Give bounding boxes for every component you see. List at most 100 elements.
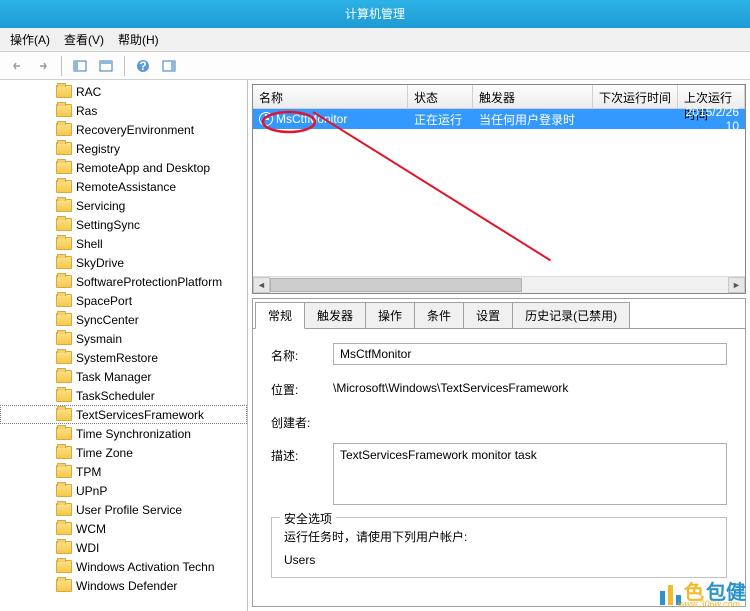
folder-icon <box>56 541 72 554</box>
panel-icon-3[interactable] <box>158 55 180 77</box>
toolbar-divider <box>124 56 125 76</box>
tree-item-systemrestore[interactable]: SystemRestore <box>0 348 247 367</box>
tab-settings[interactable]: 设置 <box>463 302 513 329</box>
tree-item-label: User Profile Service <box>76 503 182 517</box>
tab-history[interactable]: 历史记录(已禁用) <box>512 302 630 329</box>
tree-item-shell[interactable]: Shell <box>0 234 247 253</box>
tree-item-tpm[interactable]: TPM <box>0 462 247 481</box>
folder-icon <box>56 104 72 117</box>
tree-item-sysmain[interactable]: Sysmain <box>0 329 247 348</box>
col-trigger[interactable]: 触发器 <box>473 85 593 108</box>
watermark-url: www.306w.com <box>678 599 740 609</box>
tree-item-taskscheduler[interactable]: TaskScheduler <box>0 386 247 405</box>
scroll-right-icon[interactable]: ► <box>728 277 745 293</box>
field-description[interactable] <box>333 443 727 505</box>
tab-general[interactable]: 常规 <box>255 302 305 329</box>
folder-icon <box>56 218 72 231</box>
col-name[interactable]: 名称 <box>253 85 408 108</box>
tree-item-label: SoftwareProtectionPlatform <box>76 275 222 289</box>
tree-item-label: SyncCenter <box>76 313 139 327</box>
tree-item-servicing[interactable]: Servicing <box>0 196 247 215</box>
tree-item-registry[interactable]: Registry <box>0 139 247 158</box>
tree-item-remoteapp-and-desktop[interactable]: RemoteApp and Desktop <box>0 158 247 177</box>
tree-item-textservicesframework[interactable]: TextServicesFramework <box>0 405 247 424</box>
folder-icon <box>56 199 72 212</box>
help-icon[interactable]: ? <box>132 55 154 77</box>
tree-item-skydrive[interactable]: SkyDrive <box>0 253 247 272</box>
watermark-bar-icon <box>668 585 673 605</box>
tree-item-time-synchronization[interactable]: Time Synchronization <box>0 424 247 443</box>
tree-item-wcm[interactable]: WCM <box>0 519 247 538</box>
tree-item-settingsync[interactable]: SettingSync <box>0 215 247 234</box>
tree-item-windows-activation-techn[interactable]: Windows Activation Techn <box>0 557 247 576</box>
annotation-arrow <box>312 111 551 261</box>
value-author <box>333 410 727 414</box>
detail-panel: 常规 触发器 操作 条件 设置 历史记录(已禁用) 名称: 位置: \Micro… <box>252 298 746 607</box>
folder-icon <box>56 503 72 516</box>
security-legend: 安全选项 <box>280 510 336 527</box>
folder-icon <box>56 522 72 535</box>
scroll-track[interactable] <box>270 277 728 293</box>
tree-item-windows-defender[interactable]: Windows Defender <box>0 576 247 595</box>
tree-item-label: Time Zone <box>76 446 133 460</box>
col-next[interactable]: 下次运行时间 <box>593 85 678 108</box>
tree-item-time-zone[interactable]: Time Zone <box>0 443 247 462</box>
tree-item-label: TPM <box>76 465 101 479</box>
menu-view[interactable]: 查看(V) <box>64 31 104 48</box>
menu-action[interactable]: 操作(A) <box>10 31 50 48</box>
tree-pane[interactable]: RAC Ras RecoveryEnvironment Registry RemoteA… <box>0 80 248 611</box>
folder-icon <box>56 161 72 174</box>
field-name[interactable] <box>333 343 727 365</box>
tab-conditions[interactable]: 条件 <box>414 302 464 329</box>
folder-icon <box>56 85 72 98</box>
scroll-left-icon[interactable]: ◄ <box>253 277 270 293</box>
menu-help[interactable]: 帮助(H) <box>118 31 159 48</box>
tree-item-ras[interactable]: Ras <box>0 101 247 120</box>
back-button[interactable] <box>6 55 28 77</box>
col-status[interactable]: 状态 <box>408 85 473 108</box>
tree-item-user-profile-service[interactable]: User Profile Service <box>0 500 247 519</box>
scroll-thumb[interactable] <box>270 278 522 292</box>
tree-item-label: Time Synchronization <box>76 427 191 441</box>
tree-item-spaceport[interactable]: SpacePort <box>0 291 247 310</box>
tree-item-wdi[interactable]: WDI <box>0 538 247 557</box>
tree-item-label: Servicing <box>76 199 125 213</box>
folder-icon <box>56 446 72 459</box>
folder-icon <box>56 313 72 326</box>
folder-icon <box>56 427 72 440</box>
label-description: 描述: <box>271 443 333 464</box>
panel-icon-2[interactable] <box>95 55 117 77</box>
security-group: 安全选项 运行任务时，请使用下列用户帐户: Users <box>271 517 727 578</box>
panel-icon-1[interactable] <box>69 55 91 77</box>
tree-item-task-manager[interactable]: Task Manager <box>0 367 247 386</box>
tree-item-recoveryenvironment[interactable]: RecoveryEnvironment <box>0 120 247 139</box>
tree-item-rac[interactable]: RAC <box>0 82 247 101</box>
task-trigger: 当任何用户登录时 <box>473 111 593 128</box>
tree-item-synccenter[interactable]: SyncCenter <box>0 310 247 329</box>
tree-item-remoteassistance[interactable]: RemoteAssistance <box>0 177 247 196</box>
window-titlebar: 计算机管理 <box>0 0 750 28</box>
folder-icon <box>56 294 72 307</box>
tree-item-label: Task Manager <box>76 370 151 384</box>
menu-bar: 操作(A) 查看(V) 帮助(H) <box>0 28 750 52</box>
folder-icon <box>56 408 72 421</box>
tree-item-upnp[interactable]: UPnP <box>0 481 247 500</box>
tree-item-label: Ras <box>76 104 97 118</box>
tab-strip: 常规 触发器 操作 条件 设置 历史记录(已禁用) <box>253 299 745 328</box>
svg-text:?: ? <box>139 59 146 73</box>
tab-actions[interactable]: 操作 <box>365 302 415 329</box>
watermark-bar-icon <box>660 591 665 605</box>
tree-item-softwareprotectionplatform[interactable]: SoftwareProtectionPlatform <box>0 272 247 291</box>
tree-item-label: Registry <box>76 142 120 156</box>
window-title: 计算机管理 <box>345 7 405 21</box>
tree-item-label: Windows Activation Techn <box>76 560 215 574</box>
main-area: RAC Ras RecoveryEnvironment Registry RemoteA… <box>0 80 750 611</box>
tree-item-label: Windows Defender <box>76 579 177 593</box>
forward-button[interactable] <box>32 55 54 77</box>
tab-triggers[interactable]: 触发器 <box>304 302 366 329</box>
tree-item-label: RAC <box>76 85 101 99</box>
tree-item-label: TextServicesFramework <box>76 408 204 422</box>
horizontal-scrollbar[interactable]: ◄ ► <box>253 276 745 293</box>
folder-icon <box>56 560 72 573</box>
task-list: 名称 状态 触发器 下次运行时间 上次运行时间 MsCtfMonitor 正在运… <box>252 84 746 294</box>
